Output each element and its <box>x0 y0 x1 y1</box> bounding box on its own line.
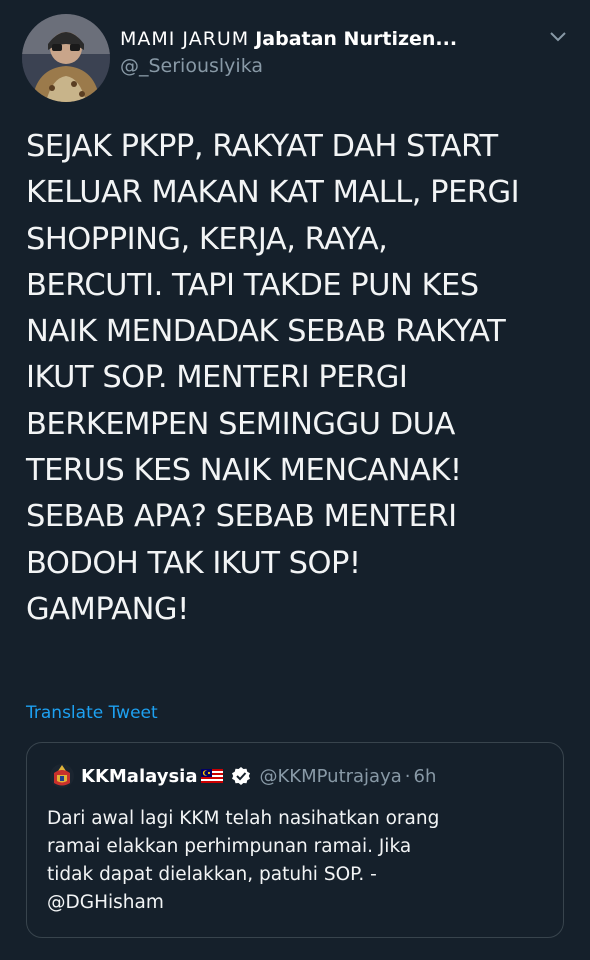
display-name-bold[interactable]: Jabatan Nurtizen... <box>255 26 457 52</box>
separator-dot: · <box>404 765 411 787</box>
tweet-header: MAMI JARUM Jabatan Nurtizen... @_Serious… <box>120 26 540 78</box>
display-name-plain[interactable]: MAMI JARUM <box>120 26 249 52</box>
tweet-text: SEJAK PKPP, RAKYAT DAH START KELUAR MAKA… <box>26 129 520 627</box>
quoted-tweet[interactable]: KKMalaysia @KKMPutrajaya · 6h Dari awal … <box>26 742 564 938</box>
chevron-down-icon[interactable] <box>548 30 568 44</box>
quoted-tweet-header: KKMalaysia @KKMPutrajaya · 6h <box>49 763 436 789</box>
kkm-logo-icon <box>50 764 74 788</box>
author-handle[interactable]: @_Seriouslyika <box>120 54 540 78</box>
quoted-author-name[interactable]: KKMalaysia <box>81 766 197 787</box>
translate-tweet-link[interactable]: Translate Tweet <box>26 703 158 723</box>
quoted-tweet-time[interactable]: 6h <box>414 766 437 787</box>
avatar-photo <box>22 14 110 102</box>
author-name[interactable]: MAMI JARUM Jabatan Nurtizen... <box>120 26 540 52</box>
tweet: MAMI JARUM Jabatan Nurtizen... @_Serious… <box>0 0 590 960</box>
avatar[interactable] <box>22 14 110 102</box>
quoted-tweet-text: Dari awal lagi KKM telah nasihatkan oran… <box>47 808 440 913</box>
malaysia-flag-icon <box>201 769 224 783</box>
quoted-author-handle[interactable]: @KKMPutrajaya <box>259 766 401 787</box>
verified-badge-icon <box>232 767 251 785</box>
